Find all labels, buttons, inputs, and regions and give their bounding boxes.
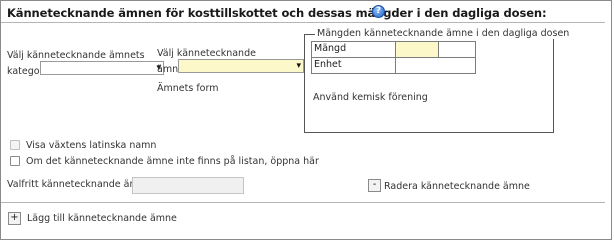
not-in-list-label: Om det kännetecknande ämne inte finns på…	[26, 156, 319, 167]
amount-row-label: Mängd	[311, 41, 396, 58]
add-substance-button[interactable]: +	[8, 212, 21, 225]
panel-title: Kännetecknande ämnen för kosttillskottet…	[7, 6, 547, 20]
not-in-list-checkbox[interactable]	[10, 156, 20, 166]
remove-substance-button[interactable]: -	[368, 179, 381, 192]
substance-label-line1: Välj kännetecknande	[157, 48, 256, 59]
optional-substance-label: Valfritt kännetecknande ämne	[7, 179, 151, 190]
remove-substance-label: Radera kännetecknande ämne	[384, 181, 530, 192]
help-icon[interactable]: ?	[372, 5, 385, 18]
amount-legend: Mängden kännetecknande ämne i den daglig…	[315, 28, 572, 39]
substance-form-label: Ämnets form	[157, 83, 219, 94]
unit-value[interactable]	[395, 57, 476, 74]
latin-names-checkbox[interactable]	[10, 140, 20, 150]
substance-select[interactable]: ▾	[178, 59, 304, 73]
amount-input[interactable]	[395, 41, 439, 58]
amount-extra-cell	[438, 41, 476, 58]
latin-names-label: Visa växtens latinska namn	[26, 140, 157, 151]
add-substance-label: Lägg till kännetecknande ämne	[27, 213, 177, 224]
category-label-line1: Välj kännetecknande ämnets	[7, 50, 145, 61]
chemical-compound-label: Använd kemisk förening	[313, 92, 428, 103]
optional-substance-input[interactable]	[132, 177, 244, 194]
category-select[interactable]: ▾	[40, 61, 164, 75]
chevron-down-icon: ▾	[296, 61, 301, 71]
unit-row-label: Enhet	[311, 57, 396, 74]
section-divider	[1, 202, 605, 203]
